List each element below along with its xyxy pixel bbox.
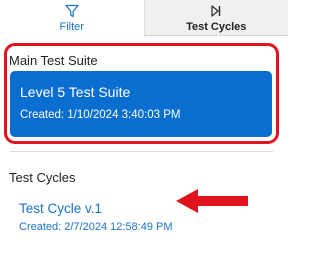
section-divider: [10, 151, 273, 152]
left-arrow-icon: [176, 189, 248, 213]
tab-filter[interactable]: Filter: [0, 0, 145, 36]
test-cycle-created-date: Created: 2/7/2024 12:58:49 PM: [19, 221, 173, 233]
tab-bar: Filter Test Cycles: [0, 0, 288, 36]
filter-icon: [65, 4, 79, 18]
suite-created-date: Created: 1/10/2024 3:40:03 PM: [20, 109, 181, 121]
test-cycles-heading: Test Cycles: [9, 170, 76, 185]
suite-name: Level 5 Test Suite: [20, 84, 131, 100]
skip-forward-icon: [211, 5, 221, 17]
test-cycle-name[interactable]: Test Cycle v.1: [19, 201, 102, 216]
main-suite-card[interactable]: Level 5 Test Suite Created: 1/10/2024 3:…: [10, 71, 272, 137]
tab-test-cycles-label: Test Cycles: [186, 21, 247, 33]
tab-filter-label: Filter: [59, 21, 84, 33]
tab-test-cycles[interactable]: Test Cycles: [144, 0, 288, 36]
main-test-suite-heading: Main Test Suite: [9, 53, 98, 68]
